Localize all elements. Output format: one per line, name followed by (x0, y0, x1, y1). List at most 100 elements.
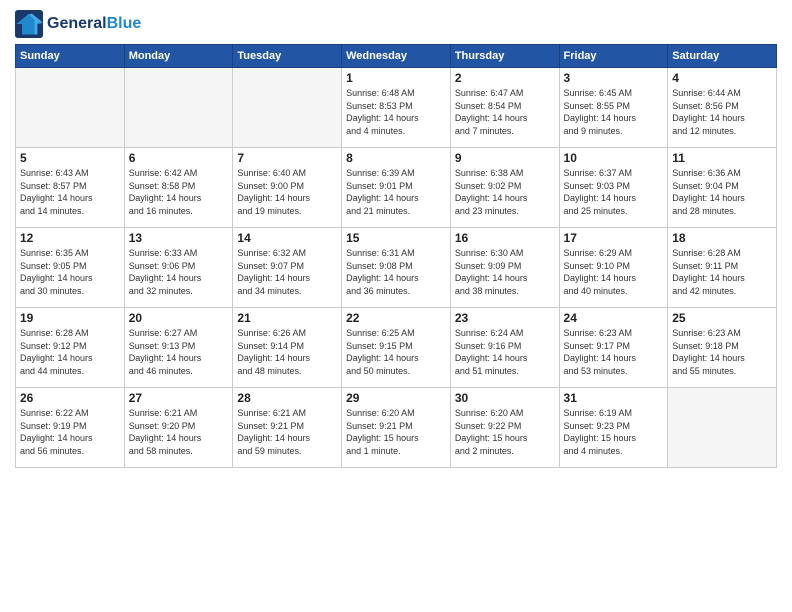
logo-text: GeneralBlue (47, 15, 141, 33)
week-row-1: 1Sunrise: 6:48 AM Sunset: 8:53 PM Daylig… (16, 68, 777, 148)
cell-info: Sunrise: 6:27 AM Sunset: 9:13 PM Dayligh… (129, 327, 229, 377)
cell-info: Sunrise: 6:45 AM Sunset: 8:55 PM Dayligh… (564, 87, 664, 137)
day-number: 3 (564, 71, 664, 85)
cell-info: Sunrise: 6:32 AM Sunset: 9:07 PM Dayligh… (237, 247, 337, 297)
cell-info: Sunrise: 6:31 AM Sunset: 9:08 PM Dayligh… (346, 247, 446, 297)
cell-info: Sunrise: 6:23 AM Sunset: 9:17 PM Dayligh… (564, 327, 664, 377)
calendar-cell: 21 Sunrise: 6:26 AM Sunset: 9:14 PM Dayli… (233, 308, 342, 388)
calendar-cell: 10 Sunrise: 6:37 AM Sunset: 9:03 PM Dayli… (559, 148, 668, 228)
calendar-cell: 5 Sunrise: 6:43 AM Sunset: 8:57 PM Daylig… (16, 148, 125, 228)
week-row-3: 12 Sunrise: 6:35 AM Sunset: 9:05 PM Dayli… (16, 228, 777, 308)
cell-info: Sunrise: 6:21 AM Sunset: 9:21 PM Dayligh… (237, 407, 337, 457)
day-number: 13 (129, 231, 229, 245)
day-number: 25 (672, 311, 772, 325)
calendar-cell: 12 Sunrise: 6:35 AM Sunset: 9:05 PM Dayli… (16, 228, 125, 308)
day-number: 11 (672, 151, 772, 165)
cell-info: Sunrise: 6:47 AM Sunset: 8:54 PM Dayligh… (455, 87, 555, 137)
day-number: 5 (20, 151, 120, 165)
calendar-cell: 24 Sunrise: 6:23 AM Sunset: 9:17 PM Dayli… (559, 308, 668, 388)
calendar-cell (668, 388, 777, 468)
cell-info: Sunrise: 6:23 AM Sunset: 9:18 PM Dayligh… (672, 327, 772, 377)
day-number: 24 (564, 311, 664, 325)
cell-info: Sunrise: 6:35 AM Sunset: 9:05 PM Dayligh… (20, 247, 120, 297)
calendar-cell (16, 68, 125, 148)
day-number: 14 (237, 231, 337, 245)
cell-info: Sunrise: 6:21 AM Sunset: 9:20 PM Dayligh… (129, 407, 229, 457)
calendar-container: GeneralBlue SundayMondayTuesdayWednesday… (0, 0, 792, 478)
cell-info: Sunrise: 6:39 AM Sunset: 9:01 PM Dayligh… (346, 167, 446, 217)
calendar-cell: 4 Sunrise: 6:44 AM Sunset: 8:56 PM Daylig… (668, 68, 777, 148)
calendar-cell: 8 Sunrise: 6:39 AM Sunset: 9:01 PM Daylig… (342, 148, 451, 228)
day-number: 27 (129, 391, 229, 405)
day-number: 26 (20, 391, 120, 405)
calendar-cell: 25 Sunrise: 6:23 AM Sunset: 9:18 PM Dayli… (668, 308, 777, 388)
cell-info: Sunrise: 6:22 AM Sunset: 9:19 PM Dayligh… (20, 407, 120, 457)
cell-info: Sunrise: 6:20 AM Sunset: 9:22 PM Dayligh… (455, 407, 555, 457)
calendar-cell: 29Sunrise: 6:20 AM Sunset: 9:21 PM Dayli… (342, 388, 451, 468)
header-cell-tuesday: Tuesday (233, 45, 342, 68)
cell-info: Sunrise: 6:40 AM Sunset: 9:00 PM Dayligh… (237, 167, 337, 217)
header-cell-monday: Monday (124, 45, 233, 68)
calendar-cell: 14 Sunrise: 6:32 AM Sunset: 9:07 PM Dayli… (233, 228, 342, 308)
day-number: 21 (237, 311, 337, 325)
cell-info: Sunrise: 6:44 AM Sunset: 8:56 PM Dayligh… (672, 87, 772, 137)
logo: GeneralBlue (15, 10, 141, 38)
week-row-5: 26 Sunrise: 6:22 AM Sunset: 9:19 PM Dayli… (16, 388, 777, 468)
calendar-cell: 1Sunrise: 6:48 AM Sunset: 8:53 PM Daylig… (342, 68, 451, 148)
calendar-cell: 11 Sunrise: 6:36 AM Sunset: 9:04 PM Dayli… (668, 148, 777, 228)
cell-info: Sunrise: 6:26 AM Sunset: 9:14 PM Dayligh… (237, 327, 337, 377)
calendar-cell: 13 Sunrise: 6:33 AM Sunset: 9:06 PM Dayli… (124, 228, 233, 308)
calendar-cell: 23Sunrise: 6:24 AM Sunset: 9:16 PM Dayli… (450, 308, 559, 388)
calendar-cell: 30 Sunrise: 6:20 AM Sunset: 9:22 PM Dayli… (450, 388, 559, 468)
calendar-cell: 6 Sunrise: 6:42 AM Sunset: 8:58 PM Daylig… (124, 148, 233, 228)
calendar-cell: 28Sunrise: 6:21 AM Sunset: 9:21 PM Dayli… (233, 388, 342, 468)
calendar-cell: 18Sunrise: 6:28 AM Sunset: 9:11 PM Dayli… (668, 228, 777, 308)
cell-info: Sunrise: 6:28 AM Sunset: 9:11 PM Dayligh… (672, 247, 772, 297)
calendar-cell (124, 68, 233, 148)
header-cell-saturday: Saturday (668, 45, 777, 68)
day-number: 12 (20, 231, 120, 245)
cell-info: Sunrise: 6:38 AM Sunset: 9:02 PM Dayligh… (455, 167, 555, 217)
calendar-cell: 31Sunrise: 6:19 AM Sunset: 9:23 PM Dayli… (559, 388, 668, 468)
header-cell-thursday: Thursday (450, 45, 559, 68)
calendar-cell: 2 Sunrise: 6:47 AM Sunset: 8:54 PM Daylig… (450, 68, 559, 148)
day-number: 30 (455, 391, 555, 405)
cell-info: Sunrise: 6:37 AM Sunset: 9:03 PM Dayligh… (564, 167, 664, 217)
day-number: 6 (129, 151, 229, 165)
day-number: 22 (346, 311, 446, 325)
calendar-cell: 9 Sunrise: 6:38 AM Sunset: 9:02 PM Daylig… (450, 148, 559, 228)
cell-info: Sunrise: 6:43 AM Sunset: 8:57 PM Dayligh… (20, 167, 120, 217)
logo-icon (15, 10, 43, 38)
calendar-cell: 17Sunrise: 6:29 AM Sunset: 9:10 PM Dayli… (559, 228, 668, 308)
calendar-cell: 7 Sunrise: 6:40 AM Sunset: 9:00 PM Daylig… (233, 148, 342, 228)
calendar-table: SundayMondayTuesdayWednesdayThursdayFrid… (15, 44, 777, 468)
cell-info: Sunrise: 6:25 AM Sunset: 9:15 PM Dayligh… (346, 327, 446, 377)
day-number: 9 (455, 151, 555, 165)
calendar-cell: 27 Sunrise: 6:21 AM Sunset: 9:20 PM Dayli… (124, 388, 233, 468)
day-number: 4 (672, 71, 772, 85)
cell-info: Sunrise: 6:42 AM Sunset: 8:58 PM Dayligh… (129, 167, 229, 217)
cell-info: Sunrise: 6:30 AM Sunset: 9:09 PM Dayligh… (455, 247, 555, 297)
cell-info: Sunrise: 6:33 AM Sunset: 9:06 PM Dayligh… (129, 247, 229, 297)
day-number: 29 (346, 391, 446, 405)
header-row: SundayMondayTuesdayWednesdayThursdayFrid… (16, 45, 777, 68)
header-cell-wednesday: Wednesday (342, 45, 451, 68)
day-number: 15 (346, 231, 446, 245)
day-number: 10 (564, 151, 664, 165)
day-number: 16 (455, 231, 555, 245)
cell-info: Sunrise: 6:24 AM Sunset: 9:16 PM Dayligh… (455, 327, 555, 377)
day-number: 31 (564, 391, 664, 405)
calendar-cell: 15 Sunrise: 6:31 AM Sunset: 9:08 PM Dayli… (342, 228, 451, 308)
day-number: 2 (455, 71, 555, 85)
calendar-cell (233, 68, 342, 148)
calendar-cell: 26 Sunrise: 6:22 AM Sunset: 9:19 PM Dayli… (16, 388, 125, 468)
week-row-4: 19 Sunrise: 6:28 AM Sunset: 9:12 PM Dayli… (16, 308, 777, 388)
calendar-header: GeneralBlue (15, 10, 777, 38)
day-number: 19 (20, 311, 120, 325)
day-number: 7 (237, 151, 337, 165)
day-number: 8 (346, 151, 446, 165)
header-cell-friday: Friday (559, 45, 668, 68)
calendar-cell: 16 Sunrise: 6:30 AM Sunset: 9:09 PM Dayli… (450, 228, 559, 308)
cell-info: Sunrise: 6:36 AM Sunset: 9:04 PM Dayligh… (672, 167, 772, 217)
cell-info: Sunrise: 6:28 AM Sunset: 9:12 PM Dayligh… (20, 327, 120, 377)
